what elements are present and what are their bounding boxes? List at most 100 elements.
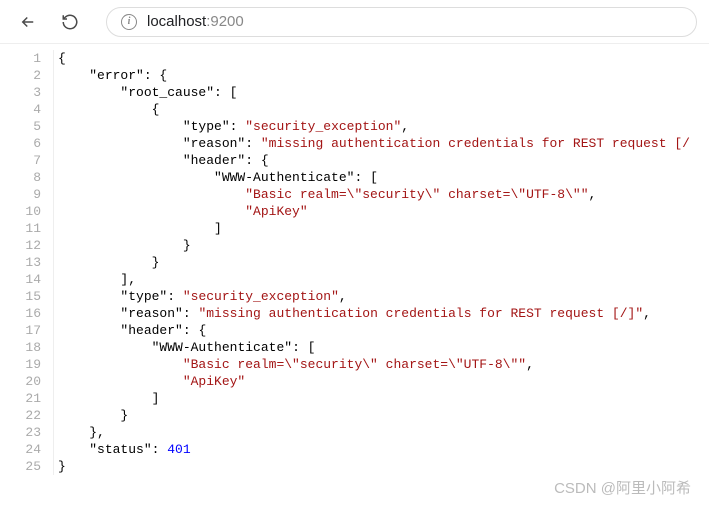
code-token: "reason" bbox=[120, 306, 182, 321]
code-token: { bbox=[152, 102, 160, 117]
code-line: { bbox=[58, 101, 690, 118]
code-token: , bbox=[589, 187, 597, 202]
back-button[interactable] bbox=[12, 6, 44, 38]
code-token: "error" bbox=[89, 68, 144, 83]
code-token: , bbox=[339, 289, 347, 304]
code-line: "WWW-Authenticate": [ bbox=[58, 169, 690, 186]
json-code: { "error": { "root_cause": [ { "type": "… bbox=[54, 50, 690, 475]
code-token: { bbox=[58, 51, 66, 66]
code-line: { bbox=[58, 50, 690, 67]
code-token: } bbox=[120, 408, 128, 423]
code-line: "Basic realm=\"security\" charset=\"UTF-… bbox=[58, 186, 690, 203]
site-info-icon[interactable]: i bbox=[121, 14, 137, 30]
code-token: "type" bbox=[120, 289, 167, 304]
code-line: "reason": "missing authentication creden… bbox=[58, 135, 690, 152]
code-token: "ApiKey" bbox=[183, 374, 245, 389]
json-viewer: 1234567891011121314151617181920212223242… bbox=[0, 44, 709, 475]
line-number: 3 bbox=[0, 84, 41, 101]
line-number: 24 bbox=[0, 441, 41, 458]
code-line: "root_cause": [ bbox=[58, 84, 690, 101]
code-token: "security_exception" bbox=[183, 289, 339, 304]
code-token: "missing authentication credentials for … bbox=[198, 306, 643, 321]
code-line: "Basic realm=\"security\" charset=\"UTF-… bbox=[58, 356, 690, 373]
code-token: : { bbox=[183, 323, 206, 338]
line-number: 1 bbox=[0, 50, 41, 67]
code-line: } bbox=[58, 407, 690, 424]
code-token: ], bbox=[120, 272, 136, 287]
line-number: 5 bbox=[0, 118, 41, 135]
code-token: "header" bbox=[183, 153, 245, 168]
line-number: 13 bbox=[0, 254, 41, 271]
url-port: :9200 bbox=[206, 13, 244, 30]
code-line: "header": { bbox=[58, 152, 690, 169]
code-line: ] bbox=[58, 390, 690, 407]
code-line: ] bbox=[58, 220, 690, 237]
code-line: "error": { bbox=[58, 67, 690, 84]
address-bar[interactable]: i localhost:9200 bbox=[106, 7, 697, 37]
code-line: } bbox=[58, 458, 690, 475]
reload-icon bbox=[61, 13, 79, 31]
line-number: 23 bbox=[0, 424, 41, 441]
watermark-text: CSDN @阿里小阿希 bbox=[554, 477, 691, 498]
code-token: "reason" bbox=[183, 136, 245, 151]
browser-toolbar: i localhost:9200 bbox=[0, 0, 709, 44]
code-token: : { bbox=[245, 153, 268, 168]
code-token: : [ bbox=[292, 340, 315, 355]
code-token: "Basic realm=\"security\" charset=\"UTF-… bbox=[183, 357, 526, 372]
line-number: 22 bbox=[0, 407, 41, 424]
line-number: 12 bbox=[0, 237, 41, 254]
code-token: : bbox=[183, 306, 199, 321]
code-token: "WWW-Authenticate" bbox=[152, 340, 292, 355]
line-number: 19 bbox=[0, 356, 41, 373]
line-number: 21 bbox=[0, 390, 41, 407]
line-number: 10 bbox=[0, 203, 41, 220]
code-token: : bbox=[245, 136, 261, 151]
code-token: : bbox=[167, 289, 183, 304]
code-line: "ApiKey" bbox=[58, 203, 690, 220]
line-number: 11 bbox=[0, 220, 41, 237]
reload-button[interactable] bbox=[54, 6, 86, 38]
code-line: "WWW-Authenticate": [ bbox=[58, 339, 690, 356]
line-number: 18 bbox=[0, 339, 41, 356]
url-host: localhost bbox=[147, 13, 206, 30]
url-text: localhost:9200 bbox=[147, 13, 244, 30]
code-token: } bbox=[183, 238, 191, 253]
code-token: : bbox=[230, 119, 246, 134]
line-number: 15 bbox=[0, 288, 41, 305]
arrow-left-icon bbox=[19, 13, 37, 31]
code-token: "ApiKey" bbox=[245, 204, 307, 219]
code-token: }, bbox=[89, 425, 105, 440]
code-token: "missing authentication credentials for … bbox=[261, 136, 690, 151]
code-token: : [ bbox=[354, 170, 377, 185]
code-token: ] bbox=[214, 221, 222, 236]
code-line: "ApiKey" bbox=[58, 373, 690, 390]
code-token: "security_exception" bbox=[245, 119, 401, 134]
line-number: 2 bbox=[0, 67, 41, 84]
code-line: "reason": "missing authentication creden… bbox=[58, 305, 690, 322]
code-token: , bbox=[526, 357, 534, 372]
code-line: } bbox=[58, 254, 690, 271]
line-number: 17 bbox=[0, 322, 41, 339]
code-line: }, bbox=[58, 424, 690, 441]
code-token: , bbox=[401, 119, 409, 134]
line-number: 9 bbox=[0, 186, 41, 203]
code-token: "WWW-Authenticate" bbox=[214, 170, 354, 185]
code-token: "status" bbox=[89, 442, 151, 457]
code-token: } bbox=[58, 459, 66, 474]
line-number: 6 bbox=[0, 135, 41, 152]
code-line: "type": "security_exception", bbox=[58, 288, 690, 305]
code-token: 401 bbox=[167, 442, 190, 457]
code-token: } bbox=[152, 255, 160, 270]
code-line: } bbox=[58, 237, 690, 254]
line-number: 20 bbox=[0, 373, 41, 390]
code-token: : { bbox=[144, 68, 167, 83]
code-token: "type" bbox=[183, 119, 230, 134]
line-number: 7 bbox=[0, 152, 41, 169]
line-number: 14 bbox=[0, 271, 41, 288]
code-token: "root_cause" bbox=[120, 85, 214, 100]
code-token: : [ bbox=[214, 85, 237, 100]
code-token: ] bbox=[152, 391, 160, 406]
code-line: "type": "security_exception", bbox=[58, 118, 690, 135]
line-number: 4 bbox=[0, 101, 41, 118]
code-line: "header": { bbox=[58, 322, 690, 339]
